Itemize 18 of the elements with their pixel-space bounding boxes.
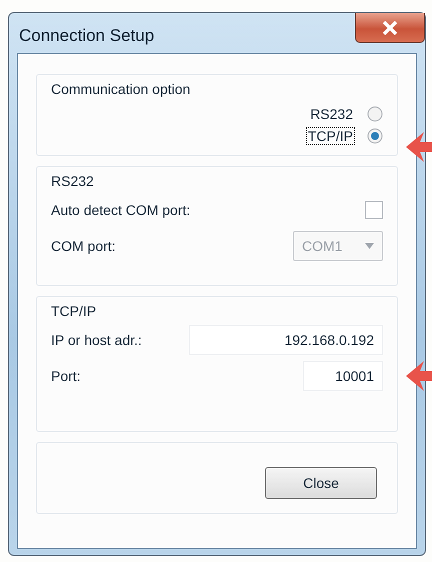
radio-option[interactable]: RS232 xyxy=(308,105,383,123)
field-label: COM port: xyxy=(51,238,116,254)
group-label: RS232 xyxy=(51,173,95,189)
group-label: Communication option xyxy=(51,81,192,97)
input-field[interactable]: 192.168.0.192 xyxy=(189,325,383,355)
checkbox[interactable] xyxy=(365,201,383,219)
window-title: Connection Setup xyxy=(19,26,154,46)
close-button[interactable] xyxy=(355,13,425,43)
caret-icon xyxy=(365,243,374,249)
field-label: Port: xyxy=(51,368,81,384)
field-label: IP or host adr.: xyxy=(51,332,142,348)
group-label: TCP/IP xyxy=(51,303,98,319)
field-label: Auto detect COM port: xyxy=(51,202,190,218)
close-icon xyxy=(382,20,398,34)
annotation-arrow xyxy=(404,359,432,393)
input-field[interactable]: 10001 xyxy=(303,361,383,391)
close-dialog-button[interactable]: Close xyxy=(265,467,377,499)
annotation-arrow xyxy=(404,130,432,164)
